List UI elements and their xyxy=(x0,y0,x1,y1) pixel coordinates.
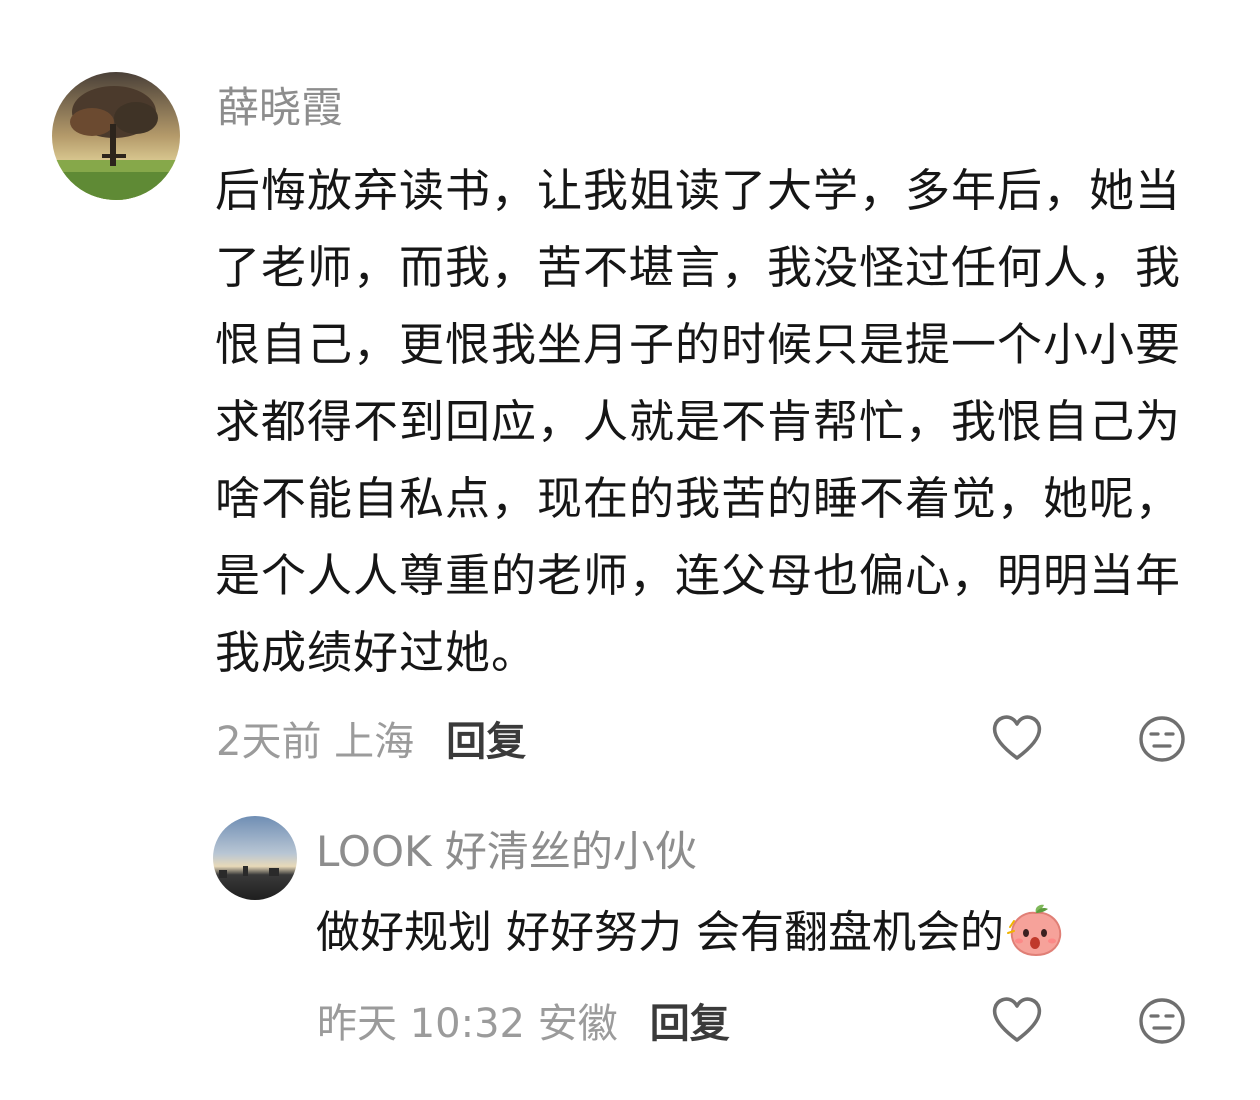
reply-username[interactable]: LOOK 好清丝的小伙 xyxy=(316,824,697,880)
reply-button[interactable]: 回复 xyxy=(446,709,526,767)
user-avatar[interactable] xyxy=(52,72,180,200)
like-button[interactable] xyxy=(990,712,1044,764)
meh-face-icon xyxy=(1139,716,1185,762)
heart-outline-icon xyxy=(992,715,1042,760)
reply-meta: 昨天 10:32 安徽 回复 xyxy=(317,990,730,1050)
dusk-city-avatar-icon xyxy=(213,816,297,900)
comment-text: 后悔放弃读书，让我姐读了大学，多年后，她当了老师，而我，苦不堪言，我没怪过任何人… xyxy=(215,164,1182,679)
tree-landscape-avatar-icon xyxy=(52,72,180,200)
reply-time-location: 昨天 10:32 安徽 xyxy=(317,1001,618,1047)
reply-text-body: 做好规划 好好努力 会有翻盘机会的 xyxy=(316,907,1004,958)
dislike-button[interactable] xyxy=(1137,714,1187,764)
comment-username[interactable]: 薛晓霞 xyxy=(217,80,343,136)
meh-face-icon xyxy=(1139,998,1185,1044)
peach-emoji-icon xyxy=(1006,903,1066,980)
comment-time-location: 2天前 上海 xyxy=(216,719,415,765)
comment-meta: 2天前 上海 回复 xyxy=(216,708,526,768)
heart-outline-icon xyxy=(992,997,1042,1042)
like-button[interactable] xyxy=(990,994,1044,1046)
dislike-button[interactable] xyxy=(1137,996,1187,1046)
reply-button[interactable]: 回复 xyxy=(650,991,730,1049)
reply-text: 做好规划 好好努力 会有翻盘机会的 xyxy=(316,898,1196,980)
user-avatar[interactable] xyxy=(213,816,297,900)
